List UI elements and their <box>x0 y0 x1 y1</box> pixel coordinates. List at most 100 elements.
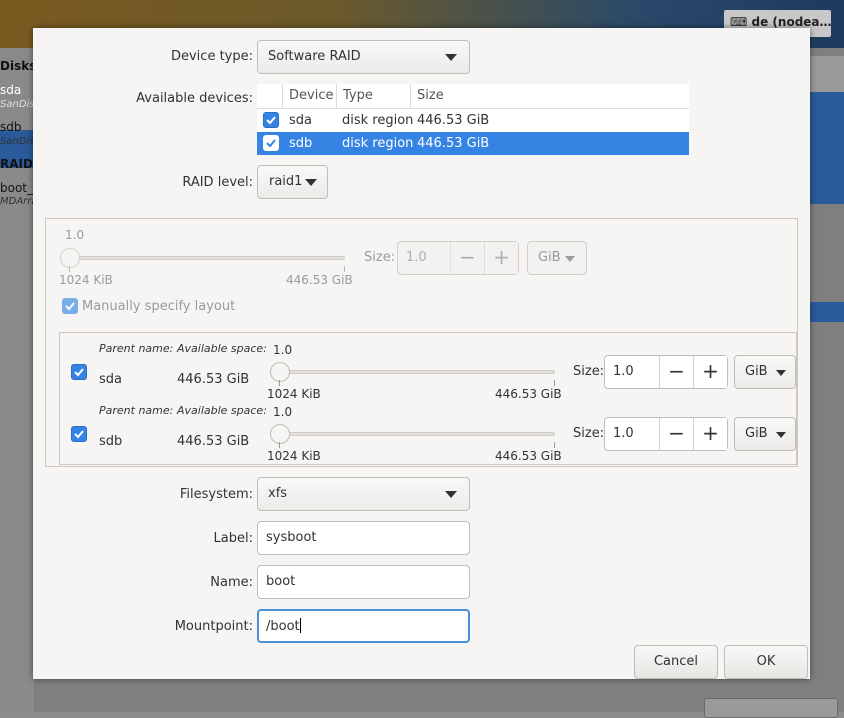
manual-layout-label: Manually specify layout <box>82 299 236 314</box>
slider-tick <box>279 380 280 386</box>
type-cell: disk region <box>342 136 414 151</box>
slider-tick <box>554 442 555 448</box>
available-devices-table: Device Type Size sda disk region 446.53 … <box>257 84 689 155</box>
chevron-down-icon <box>776 370 786 376</box>
text-caret <box>299 618 301 633</box>
table-row[interactable]: sda disk region 446.53 GiB <box>257 109 689 132</box>
size-slider-trough[interactable] <box>69 256 345 260</box>
layout-sdb-slider-value: 1.0 <box>273 405 293 419</box>
available-devices-label: Available devices: <box>136 91 253 106</box>
layout-sdb-unit-value: GiB <box>745 426 768 441</box>
fs-label-field[interactable]: sysboot <box>257 521 470 555</box>
filesystem-label: Filesystem: <box>179 487 253 502</box>
column-header-device[interactable]: Device <box>283 84 337 109</box>
slider-tick <box>279 442 280 448</box>
size-label: Size: <box>364 250 396 265</box>
available-space-header: Available space: <box>177 342 267 355</box>
layout-sdb-unit-combo[interactable]: GiB <box>734 417 796 451</box>
ok-button[interactable]: OK <box>724 645 808 679</box>
slider-tick <box>554 380 555 386</box>
column-header-type[interactable]: Type <box>337 84 411 109</box>
device-cell: sda <box>289 113 312 128</box>
layout-sda-slider-min: 1024 KiB <box>267 387 321 401</box>
column-header-size[interactable]: Size <box>411 84 689 109</box>
device-type-combo[interactable]: Software RAID <box>257 40 470 74</box>
background-device-list: Disks sda SanDisk sdb SanDisk RAID boot_… <box>0 48 34 712</box>
device-type-value: Software RAID <box>268 49 361 64</box>
minus-icon[interactable]: − <box>450 242 484 274</box>
background-right-selection <box>810 92 844 204</box>
layout-sda-slider-value: 1.0 <box>273 343 293 357</box>
layout-sda-size-spin[interactable]: 1.0 − + <box>604 355 728 389</box>
plus-icon[interactable]: + <box>693 356 727 388</box>
checkmark-icon <box>266 139 276 148</box>
chevron-down-icon <box>445 491 457 498</box>
slider-tick <box>69 266 70 272</box>
size-slider-min: 1024 KiB <box>59 273 113 287</box>
chevron-down-icon <box>445 54 457 61</box>
mountpoint-label: Mountpoint: <box>174 619 253 634</box>
filesystem-value: xfs <box>268 486 288 501</box>
minus-icon[interactable]: − <box>659 418 693 450</box>
mountpoint-value: /boot <box>266 619 300 634</box>
layout-sdb-slider-knob[interactable] <box>270 424 290 444</box>
minus-icon[interactable]: − <box>659 356 693 388</box>
background-bottom-button <box>704 698 838 718</box>
layout-sdb-slider-max: 446.53 GiB <box>495 449 562 463</box>
layout-parent-sda: sda <box>99 372 122 387</box>
size-slider-max: 446.53 GiB <box>286 273 353 287</box>
background-item-sdb[interactable]: sdb <box>0 120 34 134</box>
layout-sdb-size-value: 1.0 <box>613 426 634 441</box>
layout-sdb-slider-trough[interactable] <box>279 432 555 436</box>
layout-space-sdb: 446.53 GiB <box>177 434 250 449</box>
plus-icon[interactable]: + <box>693 418 727 450</box>
background-disks-heading: Disks <box>0 59 34 73</box>
size-unit-combo[interactable]: GiB <box>527 241 587 275</box>
size-slider-value: 1.0 <box>65 228 85 242</box>
size-spin[interactable]: 1.0 − + <box>397 241 519 275</box>
parent-name-header: Parent name: <box>99 342 174 355</box>
name-field[interactable]: boot <box>257 565 470 599</box>
raid-device-dialog: Device type: Software RAID Available dev… <box>33 28 810 679</box>
size-cell: 446.53 GiB <box>417 113 490 128</box>
chevron-down-icon <box>565 256 575 262</box>
layout-sda-unit-value: GiB <box>745 364 768 379</box>
type-cell: disk region <box>342 113 414 128</box>
layout-sda-size-value: 1.0 <box>613 364 634 379</box>
checkmark-icon <box>74 368 84 377</box>
table-row[interactable]: sdb disk region 446.53 GiB <box>257 132 689 155</box>
parent-name-header: Parent name: <box>99 404 174 417</box>
layout-sda-slider-trough[interactable] <box>279 370 555 374</box>
raid-level-combo[interactable]: raid1 <box>257 165 328 199</box>
manual-layout-checkbox[interactable] <box>62 298 78 314</box>
layout-space-sda: 446.53 GiB <box>177 372 250 387</box>
background-item-sda[interactable]: sda <box>0 83 34 97</box>
background-raid-heading: RAID <box>0 157 33 171</box>
cancel-button[interactable]: Cancel <box>634 645 718 679</box>
device-cell: sdb <box>289 136 313 151</box>
layout-sdb-checkbox[interactable] <box>71 426 87 442</box>
raid-level-label: RAID level: <box>182 175 253 190</box>
layout-sda-slider-knob[interactable] <box>270 362 290 382</box>
device-sdb-checkbox[interactable] <box>263 135 279 151</box>
layout-sdb-size-spin[interactable]: 1.0 − + <box>604 417 728 451</box>
column-header-check[interactable] <box>257 84 283 109</box>
plus-icon[interactable]: + <box>484 242 518 274</box>
layout-sda-unit-combo[interactable]: GiB <box>734 355 796 389</box>
raid-level-value: raid1 <box>269 174 303 189</box>
size-spin-value: 1.0 <box>406 250 427 265</box>
mountpoint-field[interactable]: /boot <box>257 609 470 643</box>
size-slider-knob[interactable] <box>60 248 80 268</box>
filesystem-combo[interactable]: xfs <box>257 477 470 511</box>
name-value: boot <box>266 574 296 589</box>
background-item-sda-sub: SanDisk <box>0 99 34 110</box>
layout-sda-checkbox[interactable] <box>71 364 87 380</box>
checkmark-icon <box>74 430 84 439</box>
size-cell: 446.53 GiB <box>417 136 490 151</box>
fs-label-value: sysboot <box>266 530 317 545</box>
device-type-label: Device type: <box>170 49 253 64</box>
chevron-down-icon <box>776 432 786 438</box>
layout-sdb-size-label: Size: <box>573 426 605 441</box>
background-item-boot[interactable]: boot_ <box>0 181 34 195</box>
device-sda-checkbox[interactable] <box>263 112 279 128</box>
